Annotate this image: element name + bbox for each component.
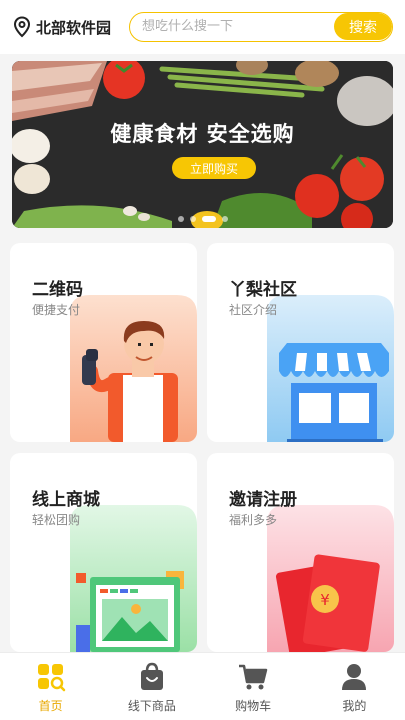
online-shop-illustration (70, 505, 197, 652)
card-title: 丫梨社区 (229, 280, 297, 300)
location-selector[interactable]: 北部软件园 (12, 16, 111, 38)
shopping-bag-icon (140, 662, 163, 690)
home-grid-icon (37, 664, 65, 692)
card-title: 邀请注册 (229, 490, 297, 510)
card-title: 二维码 (32, 280, 83, 300)
promo-banner[interactable]: 健康食材 安全选购 立即购买 (12, 61, 393, 228)
search-button[interactable]: 搜索 (334, 13, 392, 40)
location-label: 北部软件园 (36, 18, 112, 37)
cart-icon (239, 664, 268, 690)
search-bar: 搜索 (129, 12, 393, 42)
tab-home[interactable]: 首页 (0, 653, 101, 720)
bottom-tab-bar: 首页 线下商品 购物车 我的 (0, 652, 405, 720)
tab-cart[interactable]: 购物车 (203, 653, 304, 720)
card-subtitle: 轻松团购 (32, 513, 81, 527)
carousel-dot[interactable] (177, 216, 184, 222)
red-envelope-illustration: ¥ (267, 505, 394, 652)
card-community[interactable]: 丫梨社区 社区介绍 (207, 243, 394, 442)
search-input[interactable] (130, 13, 330, 40)
card-invite-register[interactable]: ¥ 邀请注册 福利多多 (207, 453, 394, 652)
tab-label: 首页 (38, 699, 63, 713)
card-qr-code[interactable]: 二维码 便捷支付 (10, 243, 197, 442)
card-subtitle: 社区介绍 (229, 303, 278, 317)
tab-offline-goods[interactable]: 线下商品 (101, 653, 202, 720)
card-subtitle: 便捷支付 (32, 303, 81, 317)
carousel-dot-active[interactable] (201, 216, 216, 222)
tab-label: 购物车 (235, 699, 272, 713)
top-bar: 北部软件园 搜索 (0, 0, 405, 54)
tab-label: 我的 (342, 699, 367, 713)
storefront-illustration (267, 295, 394, 442)
card-online-mall[interactable]: 线上商城 轻松团购 (10, 453, 197, 652)
tab-profile[interactable]: 我的 (304, 653, 405, 720)
buy-now-button[interactable]: 立即购买 (172, 157, 256, 179)
carousel-dot[interactable] (189, 216, 196, 222)
location-pin-icon (13, 16, 31, 38)
banner-title: 健康食材 安全选购 (110, 122, 295, 146)
cashier-illustration (70, 295, 197, 442)
tab-label: 线下商品 (127, 699, 176, 713)
carousel-dot[interactable] (221, 216, 228, 222)
user-icon (342, 664, 367, 690)
carousel-indicator (12, 216, 393, 222)
svg-text:¥: ¥ (320, 591, 330, 609)
card-subtitle: 福利多多 (229, 513, 278, 527)
card-title: 线上商城 (32, 490, 100, 510)
